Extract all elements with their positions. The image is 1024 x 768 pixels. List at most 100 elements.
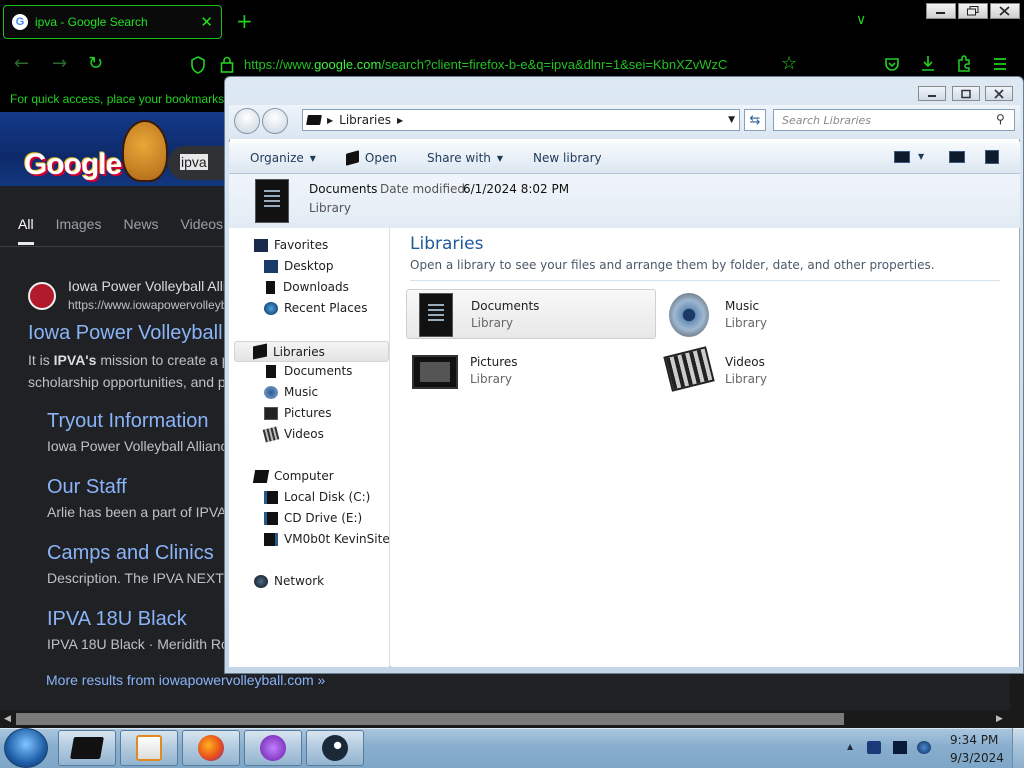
google-logo[interactable]: Google xyxy=(24,148,122,182)
bookmark-star-icon[interactable]: ☆ xyxy=(781,55,797,73)
restore-button[interactable] xyxy=(958,3,988,19)
new-tab-button[interactable]: + xyxy=(236,10,253,32)
sitelink-title[interactable]: IPVA 18U Black xyxy=(47,608,187,631)
downloads-icon[interactable] xyxy=(920,55,936,73)
explorer-maximize-button[interactable] xyxy=(952,86,980,101)
open-button[interactable]: Open xyxy=(345,150,397,166)
nav-item-videos[interactable]: Videos xyxy=(262,425,324,443)
organize-label: Organize xyxy=(250,151,304,165)
taskbar-firefox[interactable] xyxy=(182,730,240,766)
nav-label: CD Drive (E:) xyxy=(284,511,363,525)
tray-display-icon[interactable] xyxy=(893,741,907,754)
lock-icon[interactable] xyxy=(220,56,234,74)
back-button[interactable] xyxy=(234,108,260,134)
explorer-minimize-button[interactable] xyxy=(918,86,946,101)
list-all-tabs-icon[interactable]: ∨ xyxy=(856,12,866,28)
nav-item-cd-drive[interactable]: CD Drive (E:) xyxy=(264,511,362,525)
pocket-icon[interactable] xyxy=(884,56,900,72)
nav-item-desktop[interactable]: Desktop xyxy=(264,259,334,273)
menu-icon[interactable] xyxy=(992,57,1008,71)
doodle-character-icon[interactable] xyxy=(122,120,168,182)
nav-item-network-drive[interactable]: VM0b0t KevinSite xyxy=(264,532,390,546)
chevron-right-icon[interactable]: ▶ xyxy=(327,116,333,125)
nav-item-downloads[interactable]: Downloads xyxy=(264,280,349,294)
show-desktop-button[interactable] xyxy=(1012,728,1024,768)
sitelink-title[interactable]: Our Staff xyxy=(47,476,127,499)
refresh-button[interactable]: ⇆ xyxy=(744,109,766,131)
start-button[interactable] xyxy=(4,728,48,768)
help-icon[interactable] xyxy=(985,150,999,164)
library-documents[interactable]: Documents Library xyxy=(406,289,656,339)
organize-button[interactable]: Organize ▼ xyxy=(250,151,316,165)
sitelink-title[interactable]: Camps and Clinics xyxy=(47,542,214,565)
new-library-button[interactable]: New library xyxy=(533,151,602,165)
back-icon[interactable]: ← xyxy=(14,55,29,73)
share-with-button[interactable]: Share with ▼ xyxy=(427,151,503,165)
tray-network-icon[interactable] xyxy=(867,741,881,754)
open-label: Open xyxy=(364,151,397,165)
url-bar[interactable]: https://www.google.com/search?client=fir… xyxy=(244,57,764,75)
tab-videos[interactable]: Videos xyxy=(181,216,224,245)
nav-item-pictures[interactable]: Pictures xyxy=(264,406,332,420)
show-hidden-icons[interactable]: ▲ xyxy=(847,742,853,751)
scrollbar-thumb[interactable] xyxy=(16,713,844,725)
search-query[interactable]: ipva xyxy=(180,154,208,170)
app-icon xyxy=(260,735,286,761)
chevron-down-icon[interactable]: ▼ xyxy=(728,115,735,125)
nav-label: Favorites xyxy=(274,238,329,252)
address-bar[interactable]: ▶ Libraries ▶ ▼ xyxy=(302,109,740,131)
library-pictures[interactable]: Pictures Library xyxy=(406,345,656,395)
snippet-highlight: IPVA's xyxy=(53,352,97,368)
explorer-close-button[interactable] xyxy=(985,86,1013,101)
chevron-right-icon[interactable]: ▶ xyxy=(397,116,403,125)
nav-item-libraries[interactable]: Libraries xyxy=(234,341,389,362)
nav-label: Computer xyxy=(274,469,334,483)
tab-close-icon[interactable]: ✕ xyxy=(200,13,213,31)
chevron-down-icon[interactable]: ▼ xyxy=(918,152,924,161)
cd-drive-icon xyxy=(264,511,278,525)
tab-all[interactable]: All xyxy=(18,216,34,245)
sitelink-title[interactable]: Tryout Information xyxy=(47,410,209,433)
nav-item-documents[interactable]: Documents xyxy=(264,364,352,378)
tab-title: ipva - Google Search xyxy=(35,15,148,29)
extensions-icon[interactable] xyxy=(956,55,972,73)
computer-icon xyxy=(252,469,270,483)
preview-pane-icon[interactable] xyxy=(949,151,965,163)
nav-item-local-disk[interactable]: Local Disk (C:) xyxy=(264,490,370,504)
search-tabs: All Images News Videos xyxy=(18,216,245,245)
nav-item-music[interactable]: Music xyxy=(264,385,318,399)
nav-item-computer[interactable]: Computer xyxy=(252,469,334,483)
forward-icon[interactable]: → xyxy=(52,55,67,73)
library-videos[interactable]: Videos Library xyxy=(661,345,911,395)
close-icon xyxy=(994,88,1004,99)
shield-icon[interactable] xyxy=(190,56,206,74)
search-icon[interactable]: ⚲ xyxy=(996,112,1005,126)
browser-tab[interactable]: G ipva - Google Search ✕ xyxy=(3,5,222,39)
reload-icon[interactable]: ↻ xyxy=(88,55,103,73)
view-options-icon[interactable] xyxy=(894,151,910,163)
nav-item-network[interactable]: Network xyxy=(254,574,324,588)
scroll-right-icon[interactable]: ▶ xyxy=(996,714,1003,724)
nav-label: Network xyxy=(274,574,325,588)
more-results-link[interactable]: More results from iowapowervolleyball.co… xyxy=(46,672,325,688)
tab-news[interactable]: News xyxy=(123,216,158,245)
clock-time[interactable]: 9:34 PM xyxy=(950,733,998,747)
tray-volume-icon[interactable] xyxy=(917,741,931,754)
nav-item-favorites[interactable]: Favorites xyxy=(254,238,328,252)
scroll-left-icon[interactable]: ◀ xyxy=(4,714,11,724)
taskbar-steam[interactable] xyxy=(306,730,364,766)
close-button[interactable] xyxy=(990,3,1020,19)
url-prefix: https://www. xyxy=(244,57,315,72)
taskbar-media-player[interactable] xyxy=(120,730,178,766)
nav-item-recent-places[interactable]: Recent Places xyxy=(264,301,367,315)
clock-date[interactable]: 9/3/2024 xyxy=(950,751,1004,765)
site-favicon-icon[interactable] xyxy=(28,282,56,310)
minimize-button[interactable] xyxy=(926,3,956,19)
search-input[interactable]: Search Libraries xyxy=(773,109,1015,131)
breadcrumb[interactable]: Libraries xyxy=(339,113,391,127)
tab-images[interactable]: Images xyxy=(56,216,102,245)
taskbar-file-explorer[interactable] xyxy=(58,730,116,766)
forward-button[interactable] xyxy=(262,108,288,134)
library-music[interactable]: Music Library xyxy=(661,289,911,339)
taskbar-app[interactable] xyxy=(244,730,302,766)
